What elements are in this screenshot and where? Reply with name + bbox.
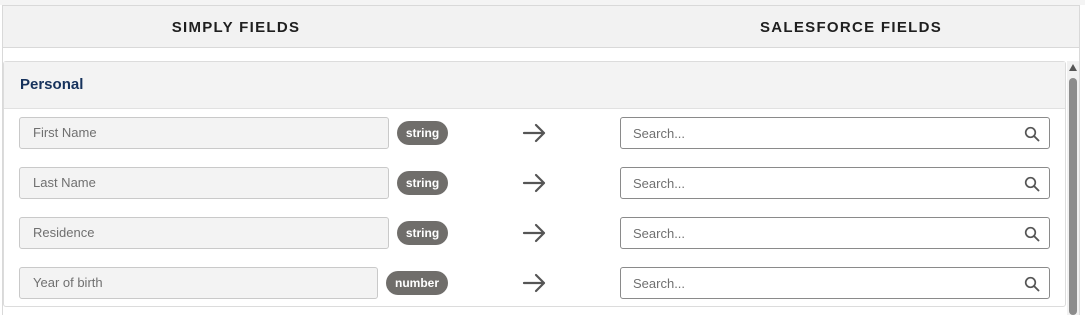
search-input[interactable]	[621, 118, 1011, 148]
simply-field-last-name: Last Name	[19, 167, 389, 199]
salesforce-field-search[interactable]	[620, 167, 1050, 199]
search-input[interactable]	[621, 168, 1011, 198]
scrollbar-thumb[interactable]	[1069, 78, 1077, 315]
mapping-row: Last Name string	[4, 167, 1065, 199]
simply-fields-title: SIMPLY FIELDS	[171, 19, 301, 36]
salesforce-field-search[interactable]	[620, 117, 1050, 149]
scroll-up-arrow-icon[interactable]	[1069, 64, 1077, 71]
type-badge: string	[397, 121, 448, 145]
arrow-right-icon	[522, 173, 546, 193]
personal-section: Personal First Name string Last Name str…	[3, 61, 1066, 307]
simply-field-residence: Residence	[19, 217, 389, 249]
search-icon[interactable]	[1024, 126, 1040, 142]
content-border-right	[1079, 48, 1080, 315]
type-badge: string	[397, 171, 448, 195]
type-badge: string	[397, 221, 448, 245]
search-input[interactable]	[621, 218, 1011, 248]
search-icon[interactable]	[1024, 276, 1040, 292]
type-badge: number	[386, 271, 448, 295]
salesforce-fields-title: SALESFORCE FIELDS	[759, 19, 943, 36]
simply-field-year-of-birth: Year of birth	[19, 267, 378, 299]
arrow-right-icon	[522, 223, 546, 243]
mapping-row: Residence string	[4, 217, 1065, 249]
arrow-right-icon	[522, 273, 546, 293]
section-title: Personal	[20, 76, 84, 93]
mapping-header: SIMPLY FIELDS SALESFORCE FIELDS	[2, 5, 1080, 48]
salesforce-field-search[interactable]	[620, 267, 1050, 299]
field-mapping-panel: SIMPLY FIELDS SALESFORCE FIELDS Personal…	[0, 0, 1085, 315]
arrow-right-icon	[522, 123, 546, 143]
salesforce-field-search[interactable]	[620, 217, 1050, 249]
search-icon[interactable]	[1024, 226, 1040, 242]
search-icon[interactable]	[1024, 176, 1040, 192]
section-header: Personal	[4, 62, 1065, 109]
mapping-row: First Name string	[4, 117, 1065, 149]
mapping-row: Year of birth number	[4, 267, 1065, 299]
simply-field-first-name: First Name	[19, 117, 389, 149]
search-input[interactable]	[621, 268, 1011, 298]
